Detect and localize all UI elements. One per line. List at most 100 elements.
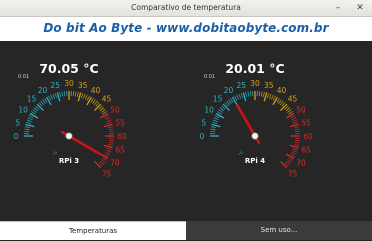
minor-tick bbox=[94, 101, 97, 105]
tick-label: 25 bbox=[237, 81, 247, 90]
major-tick bbox=[223, 104, 229, 110]
major-tick bbox=[94, 104, 100, 110]
major-tick bbox=[37, 104, 43, 110]
close-button[interactable]: ✕ bbox=[355, 3, 365, 13]
minor-tick bbox=[83, 94, 85, 99]
minor-tick bbox=[293, 122, 298, 124]
minor-tick bbox=[239, 94, 241, 99]
minor-tick bbox=[214, 118, 219, 120]
minor-tick bbox=[217, 111, 221, 114]
scale-glow-tick bbox=[118, 116, 121, 117]
scale-glow-tick bbox=[304, 116, 307, 117]
minor-tick bbox=[292, 152, 297, 154]
minor-tick bbox=[291, 154, 295, 156]
tick-label: 15 bbox=[27, 95, 37, 104]
tick-label: 55 bbox=[301, 118, 311, 127]
tick-label: 55 bbox=[115, 118, 125, 127]
major-tick bbox=[26, 124, 35, 126]
minor-tick bbox=[287, 110, 291, 113]
tick-label: 20 bbox=[224, 86, 234, 95]
major-tick bbox=[280, 161, 286, 167]
major-tick bbox=[280, 104, 286, 110]
tick-label: 30 bbox=[64, 79, 74, 88]
tick-label: 20 bbox=[38, 86, 48, 95]
minor-tick bbox=[211, 129, 216, 130]
window-title: Comparativo de temperatura bbox=[0, 3, 372, 12]
minor-tick bbox=[291, 116, 295, 118]
minor-tick bbox=[286, 108, 290, 111]
minor-tick bbox=[41, 101, 44, 105]
tick-label: 45 bbox=[102, 95, 112, 104]
minor-tick bbox=[212, 122, 217, 124]
site-banner: Do bit Ao Byte - www.dobitaobyte.com.br bbox=[0, 17, 372, 41]
minor-tick bbox=[230, 98, 233, 102]
temperature-reading: 70.05 °C bbox=[39, 61, 98, 76]
gauge-rpi4: 05101520253035404550556065707520.01 °C0.… bbox=[186, 41, 372, 221]
minor-tick bbox=[44, 98, 47, 102]
tab-bar: Temperaturas Sem uso... bbox=[0, 221, 372, 240]
tick-label: 50 bbox=[296, 106, 306, 115]
minor-tick bbox=[107, 122, 112, 124]
major-tick bbox=[100, 154, 108, 159]
major-tick bbox=[290, 124, 299, 126]
minor-tick bbox=[107, 148, 112, 150]
major-tick bbox=[286, 154, 294, 159]
minor-tick bbox=[267, 93, 269, 98]
minor-tick bbox=[215, 116, 219, 118]
tick-label: 25 bbox=[51, 81, 61, 90]
minor-tick bbox=[85, 95, 87, 100]
major-tick bbox=[264, 93, 266, 102]
minor-tick bbox=[105, 154, 109, 156]
minor-tick bbox=[259, 91, 260, 96]
scale-glow-tick bbox=[117, 115, 120, 116]
gauge-unit: °C bbox=[238, 150, 245, 157]
tick-label: 70 bbox=[110, 159, 120, 168]
major-tick bbox=[243, 93, 245, 102]
minor-tick bbox=[93, 100, 96, 104]
minor-tick bbox=[101, 160, 105, 163]
gauge-label: RPi 3 bbox=[59, 157, 79, 165]
temperature-reading: 20.01 °C bbox=[225, 61, 284, 76]
banner-text: Do bit Ao Byte - www.dobitaobyte.com.br bbox=[0, 21, 372, 35]
minor-tick bbox=[229, 100, 232, 104]
minor-tick bbox=[29, 116, 33, 118]
tick-label: 10 bbox=[18, 106, 28, 115]
gauge-corner-value: 0.01 bbox=[204, 74, 215, 80]
major-tick bbox=[30, 114, 38, 119]
tick-label: 10 bbox=[204, 106, 214, 115]
minor-tick bbox=[211, 127, 216, 128]
minor-tick bbox=[101, 110, 105, 113]
minimize-button[interactable]: – bbox=[333, 3, 343, 13]
minor-tick bbox=[106, 118, 111, 120]
tick-label: 75 bbox=[102, 169, 112, 178]
minor-tick bbox=[294, 144, 299, 145]
gauge-label: RPi 4 bbox=[245, 157, 265, 165]
minor-tick bbox=[292, 150, 297, 152]
minor-tick bbox=[237, 95, 239, 100]
minor-tick bbox=[293, 148, 298, 150]
minor-tick bbox=[100, 108, 104, 111]
minor-tick bbox=[105, 116, 109, 118]
minor-tick bbox=[25, 129, 30, 130]
minor-tick bbox=[62, 92, 63, 97]
title-bar: Comparativo de temperatura – ✕ bbox=[0, 0, 372, 17]
minor-tick bbox=[109, 142, 114, 143]
tick-label: 0 bbox=[14, 132, 19, 141]
minor-tick bbox=[100, 161, 104, 164]
tab-temperaturas[interactable]: Temperaturas bbox=[0, 221, 186, 240]
minor-tick bbox=[250, 91, 251, 96]
minor-tick bbox=[26, 122, 31, 124]
minor-tick bbox=[51, 95, 53, 100]
major-tick bbox=[94, 161, 100, 167]
tick-label: 35 bbox=[264, 81, 274, 90]
minor-tick bbox=[109, 129, 114, 130]
tick-label: 75 bbox=[288, 169, 298, 178]
minor-tick bbox=[271, 95, 273, 100]
tab-sem-uso[interactable]: Sem uso... bbox=[186, 221, 372, 240]
tick-label: 30 bbox=[250, 79, 260, 88]
scale-glow-tick bbox=[303, 115, 306, 116]
minor-tick bbox=[25, 127, 30, 128]
minor-tick bbox=[64, 91, 65, 96]
major-tick bbox=[78, 93, 80, 102]
tick-label: 0 bbox=[200, 132, 205, 141]
